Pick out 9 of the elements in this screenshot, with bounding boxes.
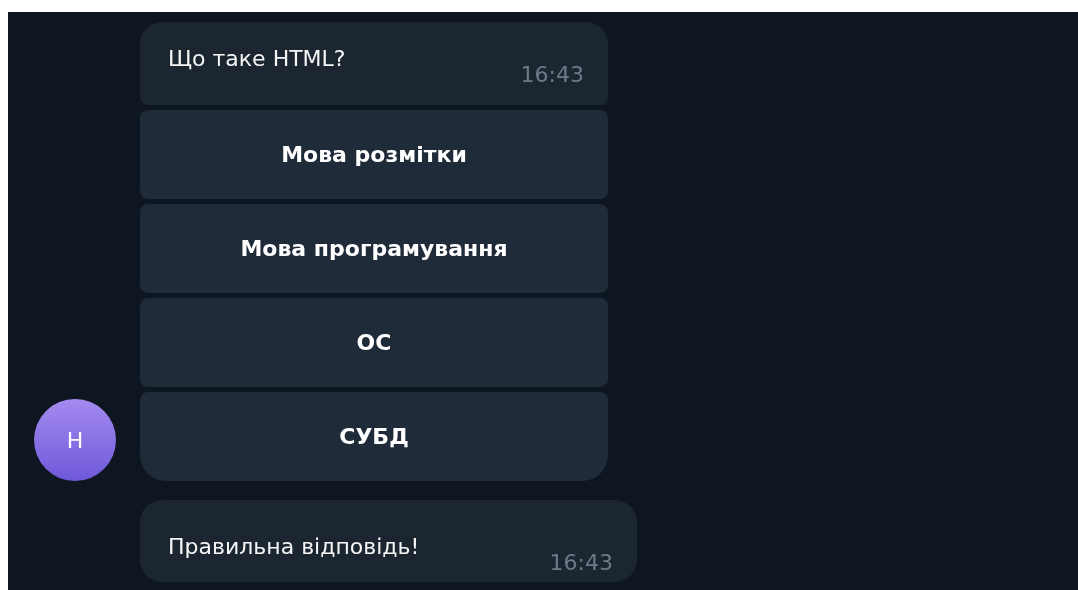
answer-button[interactable]: СУБД: [140, 392, 608, 481]
message-text: Що таке HTML?: [168, 46, 347, 71]
answer-button[interactable]: Мова розмітки: [140, 110, 608, 199]
answer-button[interactable]: Мова програмування: [140, 204, 608, 293]
answer-button[interactable]: ОС: [140, 298, 608, 387]
message-time: 16:43: [520, 62, 584, 87]
message-text: Правильна відповідь!: [168, 534, 421, 559]
message-time: 16:43: [549, 550, 613, 575]
avatar[interactable]: Н: [34, 399, 116, 481]
